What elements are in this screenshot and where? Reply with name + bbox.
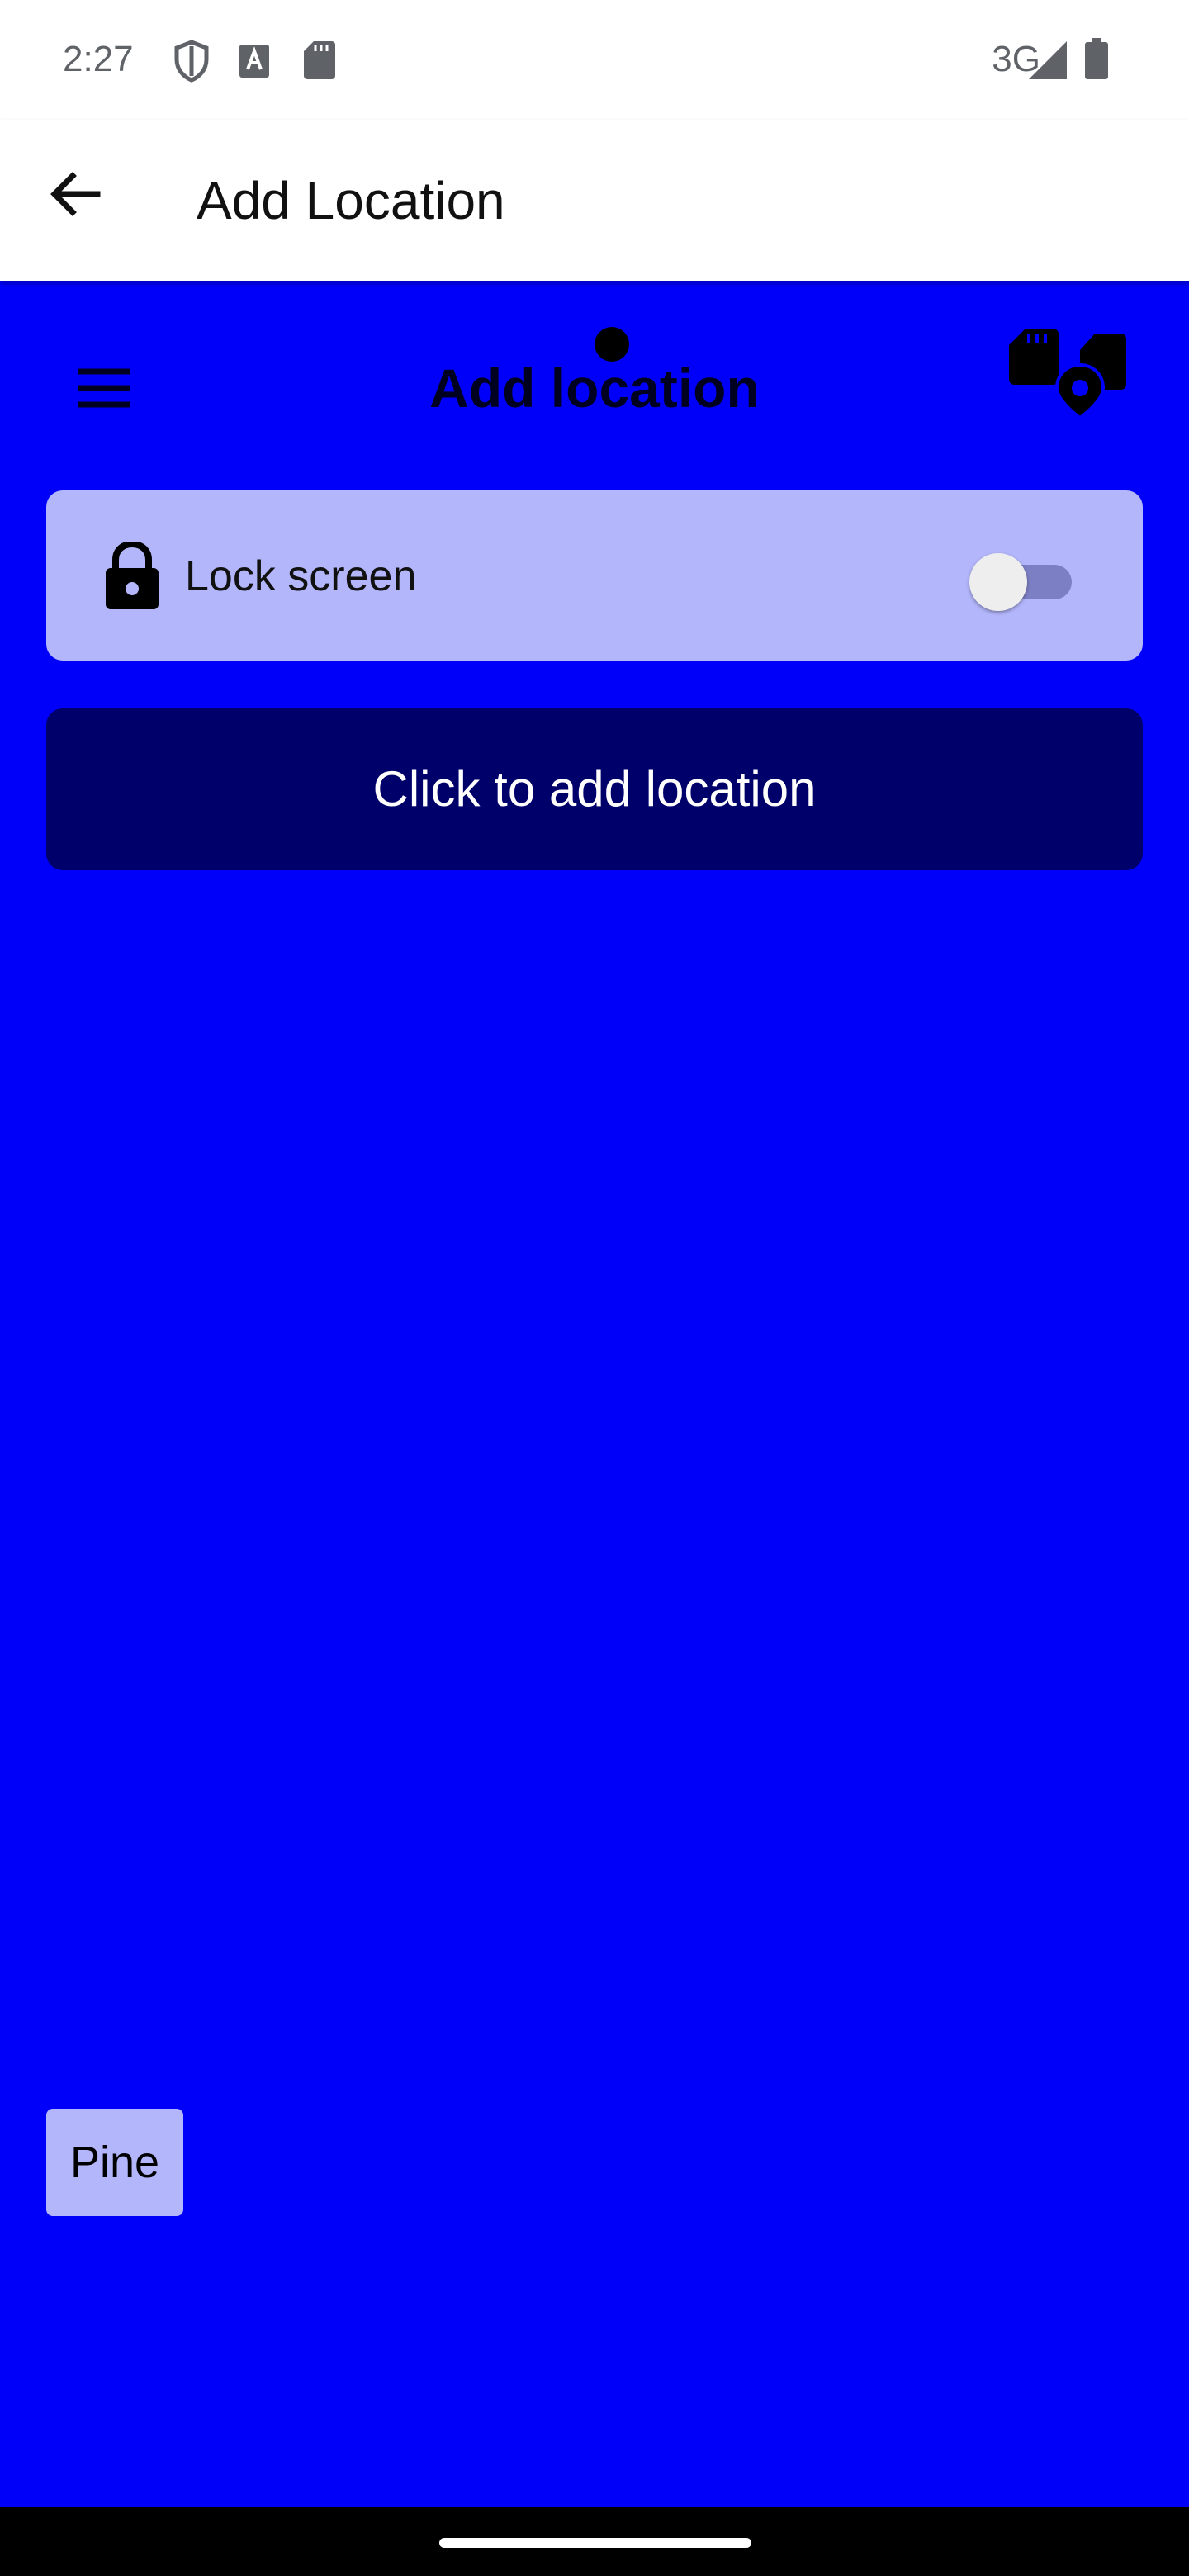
app-bar: Add Location [0,120,1189,281]
arrow-back-icon[interactable] [43,161,109,227]
home-handle[interactable] [439,2538,751,2548]
toggle-thumb [969,553,1027,611]
sd-card-icon [304,41,335,79]
lock-screen-card: Lock screen [46,490,1143,661]
navigation-bar [0,2507,1189,2576]
lock-screen-toggle[interactable] [969,545,1085,611]
font-a-icon [239,45,269,78]
page-title: Add Location [197,171,505,230]
status-bar: 2:27 3G [0,0,1189,120]
battery-icon [1085,38,1108,79]
sd-card-location-icon[interactable] [1009,329,1133,419]
pine-chip[interactable]: Pine [46,2109,183,2216]
status-time: 2:27 [63,39,134,79]
add-location-button[interactable]: Click to add location [46,708,1143,870]
lock-screen-label: Lock screen [185,552,417,600]
lock-icon [106,542,159,609]
signal-icon [1029,41,1067,79]
shield-icon [174,40,209,83]
